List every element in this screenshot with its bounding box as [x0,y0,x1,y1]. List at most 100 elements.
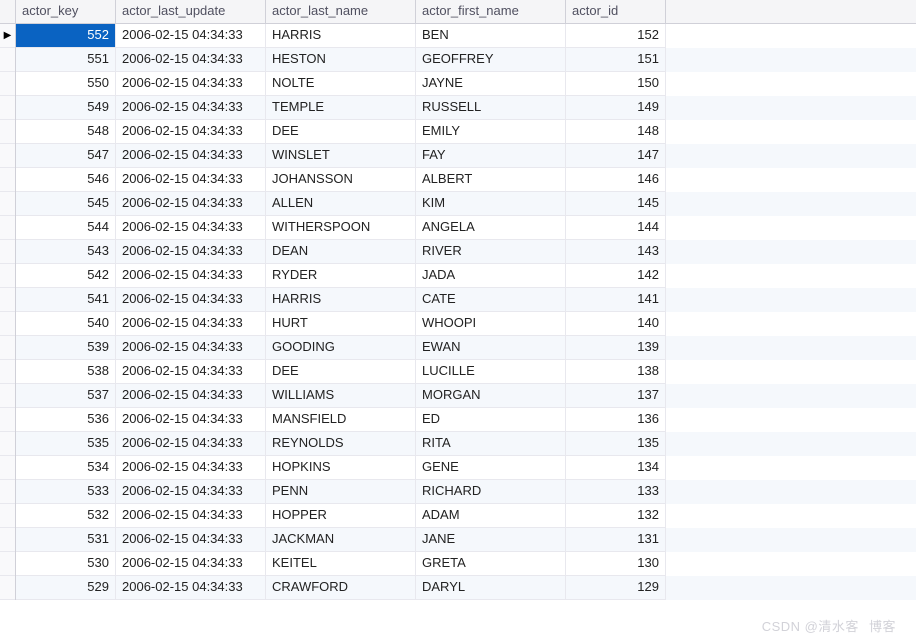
row-gutter-cell[interactable] [0,360,15,384]
cell-actor-id[interactable]: 152 [566,24,666,48]
cell-actor-last-name[interactable]: NOLTE [266,72,416,96]
cell-actor-key[interactable]: 532 [16,504,116,528]
cell-actor-first-name[interactable]: FAY [416,144,566,168]
cell-actor-last-name[interactable]: HOPPER [266,504,416,528]
cell-actor-id[interactable]: 141 [566,288,666,312]
table-row[interactable]: 5362006-02-15 04:34:33MANSFIELDED136 [16,408,916,432]
cell-actor-last-name[interactable]: MANSFIELD [266,408,416,432]
cell-actor-id[interactable]: 143 [566,240,666,264]
cell-actor-last-update[interactable]: 2006-02-15 04:34:33 [116,240,266,264]
table-row[interactable]: 5502006-02-15 04:34:33NOLTEJAYNE150 [16,72,916,96]
cell-actor-last-name[interactable]: WITHERSPOON [266,216,416,240]
cell-actor-key[interactable]: 540 [16,312,116,336]
cell-actor-id[interactable]: 139 [566,336,666,360]
cell-actor-key[interactable]: 529 [16,576,116,600]
cell-actor-last-name[interactable]: JACKMAN [266,528,416,552]
cell-actor-first-name[interactable]: CATE [416,288,566,312]
cell-actor-last-update[interactable]: 2006-02-15 04:34:33 [116,288,266,312]
row-gutter-cell[interactable] [0,264,15,288]
table-row[interactable]: 5332006-02-15 04:34:33PENNRICHARD133 [16,480,916,504]
cell-actor-last-update[interactable]: 2006-02-15 04:34:33 [116,576,266,600]
cell-actor-first-name[interactable]: RITA [416,432,566,456]
cell-actor-first-name[interactable]: KIM [416,192,566,216]
cell-actor-key[interactable]: 546 [16,168,116,192]
cell-actor-last-update[interactable]: 2006-02-15 04:34:33 [116,192,266,216]
cell-actor-last-update[interactable]: 2006-02-15 04:34:33 [116,120,266,144]
cell-actor-last-update[interactable]: 2006-02-15 04:34:33 [116,408,266,432]
cell-actor-key[interactable]: 534 [16,456,116,480]
cell-actor-first-name[interactable]: JADA [416,264,566,288]
cell-actor-first-name[interactable]: ALBERT [416,168,566,192]
row-gutter-cell[interactable] [0,288,15,312]
cell-actor-first-name[interactable]: DARYL [416,576,566,600]
row-gutter-cell[interactable] [0,528,15,552]
table-row[interactable]: 5482006-02-15 04:34:33DEEEMILY148 [16,120,916,144]
cell-actor-first-name[interactable]: EMILY [416,120,566,144]
table-row[interactable]: 5302006-02-15 04:34:33KEITELGRETA130 [16,552,916,576]
cell-actor-first-name[interactable]: MORGAN [416,384,566,408]
cell-actor-id[interactable]: 142 [566,264,666,288]
cell-actor-last-name[interactable]: CRAWFORD [266,576,416,600]
col-header-actor-last-update[interactable]: actor_last_update [116,0,266,23]
table-row[interactable]: 5492006-02-15 04:34:33TEMPLERUSSELL149 [16,96,916,120]
cell-actor-id[interactable]: 132 [566,504,666,528]
row-gutter-cell[interactable] [0,168,15,192]
cell-actor-last-update[interactable]: 2006-02-15 04:34:33 [116,552,266,576]
col-header-actor-first-name[interactable]: actor_first_name [416,0,566,23]
table-row[interactable]: 5372006-02-15 04:34:33WILLIAMSMORGAN137 [16,384,916,408]
row-gutter-cell[interactable] [0,192,15,216]
row-gutter-cell[interactable] [0,384,15,408]
cell-actor-last-name[interactable]: KEITEL [266,552,416,576]
cell-actor-last-update[interactable]: 2006-02-15 04:34:33 [116,24,266,48]
cell-actor-id[interactable]: 147 [566,144,666,168]
col-header-actor-last-name[interactable]: actor_last_name [266,0,416,23]
row-gutter-cell[interactable] [0,432,15,456]
table-row[interactable]: 5422006-02-15 04:34:33RYDERJADA142 [16,264,916,288]
cell-actor-last-update[interactable]: 2006-02-15 04:34:33 [116,528,266,552]
cell-actor-id[interactable]: 140 [566,312,666,336]
cell-actor-first-name[interactable]: RUSSELL [416,96,566,120]
cell-actor-last-update[interactable]: 2006-02-15 04:34:33 [116,168,266,192]
cell-actor-id[interactable]: 146 [566,168,666,192]
cell-actor-first-name[interactable]: BEN [416,24,566,48]
table-row[interactable]: 5452006-02-15 04:34:33ALLENKIM145 [16,192,916,216]
table-row[interactable]: 5392006-02-15 04:34:33GOODINGEWAN139 [16,336,916,360]
row-gutter-cell[interactable] [0,216,15,240]
cell-actor-key[interactable]: 544 [16,216,116,240]
cell-actor-id[interactable]: 138 [566,360,666,384]
cell-actor-last-update[interactable]: 2006-02-15 04:34:33 [116,360,266,384]
cell-actor-key[interactable]: 538 [16,360,116,384]
row-gutter-cell[interactable] [0,336,15,360]
cell-actor-key[interactable]: 537 [16,384,116,408]
cell-actor-first-name[interactable]: EWAN [416,336,566,360]
cell-actor-key[interactable]: 535 [16,432,116,456]
cell-actor-id[interactable]: 148 [566,120,666,144]
cell-actor-id[interactable]: 149 [566,96,666,120]
row-gutter-cell[interactable] [0,72,15,96]
row-gutter-cell[interactable] [0,240,15,264]
cell-actor-last-update[interactable]: 2006-02-15 04:34:33 [116,144,266,168]
cell-actor-last-update[interactable]: 2006-02-15 04:34:33 [116,504,266,528]
table-row[interactable]: 5522006-02-15 04:34:33HARRISBEN152 [16,24,916,48]
cell-actor-last-update[interactable]: 2006-02-15 04:34:33 [116,336,266,360]
row-gutter-cell[interactable] [0,504,15,528]
row-gutter-cell[interactable] [0,120,15,144]
table-row[interactable]: 5462006-02-15 04:34:33JOHANSSONALBERT146 [16,168,916,192]
cell-actor-last-update[interactable]: 2006-02-15 04:34:33 [116,216,266,240]
cell-actor-last-name[interactable]: HARRIS [266,24,416,48]
cell-actor-key[interactable]: 531 [16,528,116,552]
cell-actor-last-name[interactable]: GOODING [266,336,416,360]
cell-actor-last-update[interactable]: 2006-02-15 04:34:33 [116,384,266,408]
cell-actor-id[interactable]: 145 [566,192,666,216]
cell-actor-key[interactable]: 533 [16,480,116,504]
table-row[interactable]: 5412006-02-15 04:34:33HARRISCATE141 [16,288,916,312]
cell-actor-last-name[interactable]: RYDER [266,264,416,288]
cell-actor-key[interactable]: 542 [16,264,116,288]
row-gutter-cell[interactable] [0,408,15,432]
cell-actor-first-name[interactable]: GEOFFREY [416,48,566,72]
cell-actor-last-update[interactable]: 2006-02-15 04:34:33 [116,432,266,456]
cell-actor-last-name[interactable]: JOHANSSON [266,168,416,192]
cell-actor-id[interactable]: 131 [566,528,666,552]
cell-actor-last-name[interactable]: ALLEN [266,192,416,216]
cell-actor-first-name[interactable]: LUCILLE [416,360,566,384]
